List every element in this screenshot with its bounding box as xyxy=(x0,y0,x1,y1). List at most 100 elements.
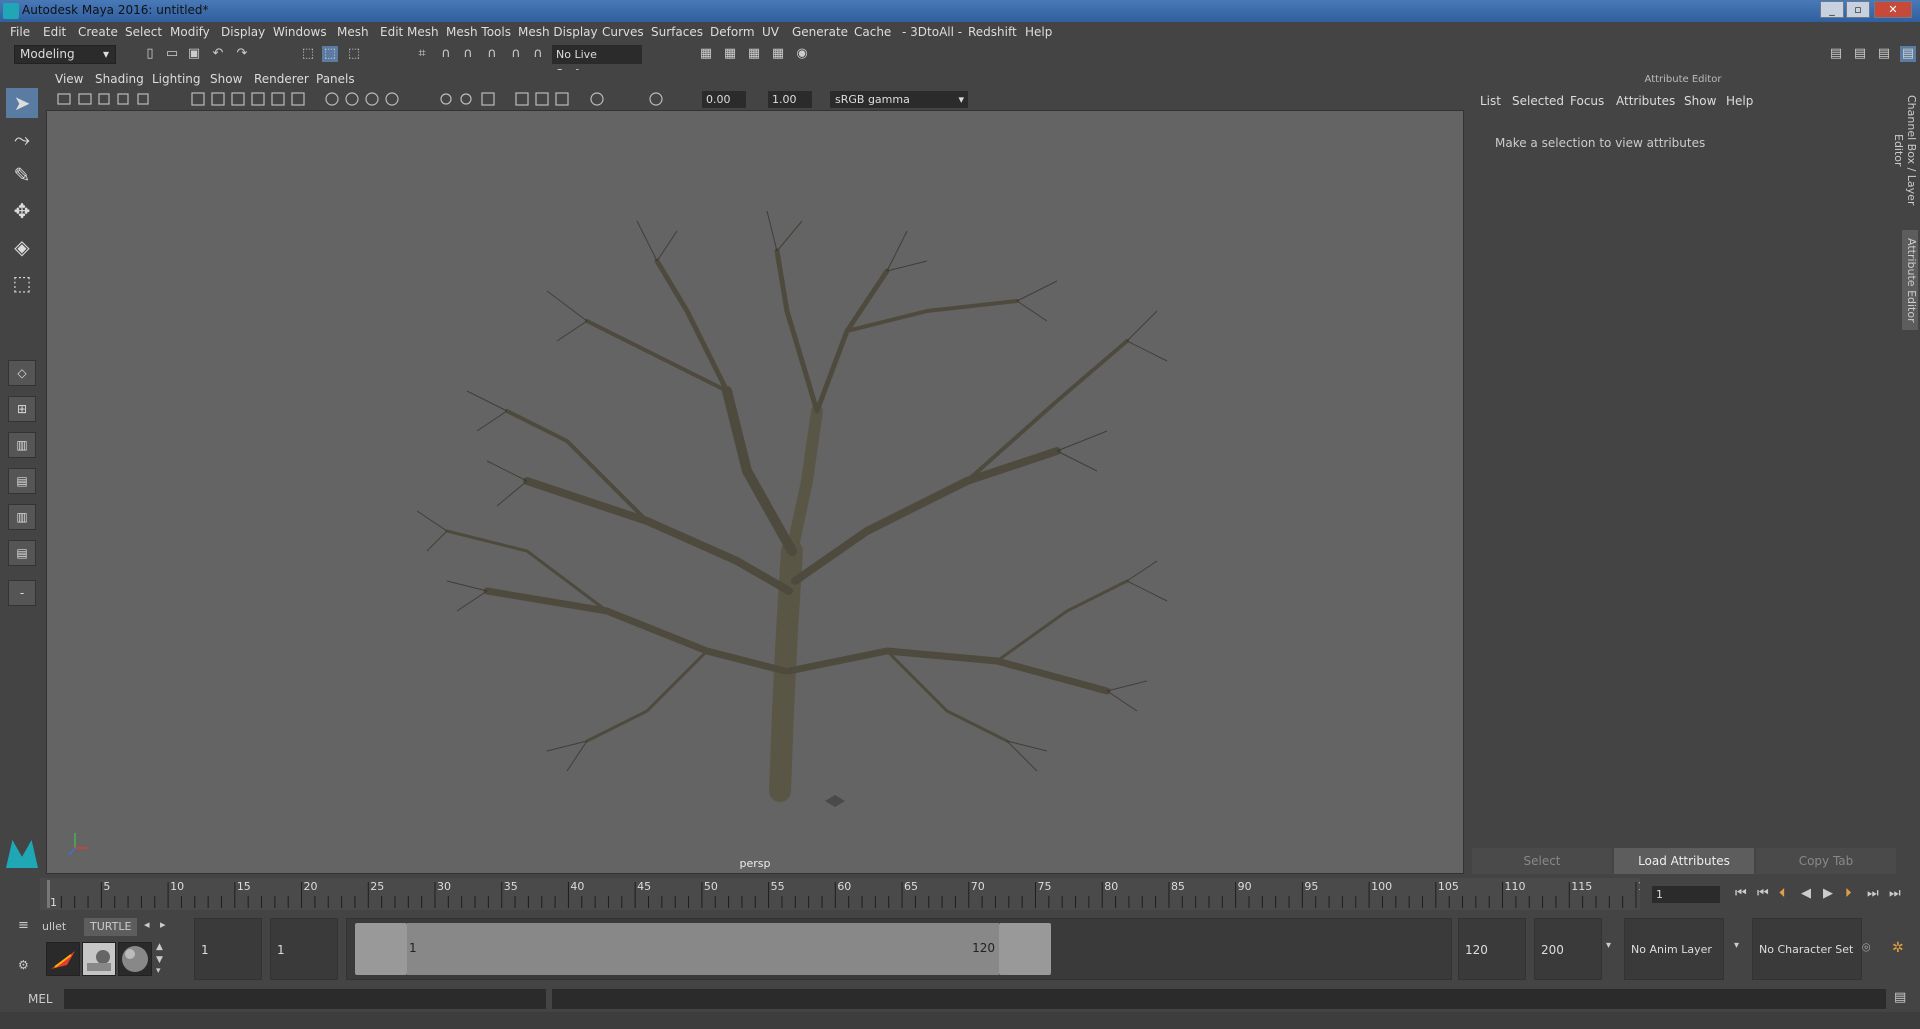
maximize-button[interactable]: ▫ xyxy=(1846,1,1870,18)
snap-curve-icon[interactable]: ∩ xyxy=(438,46,454,62)
live-surface-field[interactable]: No Live Surface xyxy=(552,45,642,80)
menu-mesh-tools[interactable]: Mesh Tools xyxy=(446,25,511,39)
channel-box-tab[interactable]: Channel Box / Layer Editor xyxy=(1892,80,1918,220)
studio-light-shelf-icon[interactable] xyxy=(82,942,116,976)
hypershade-icon[interactable]: ◉ xyxy=(794,46,810,62)
four-view-layout-icon[interactable]: ⊞ xyxy=(8,396,36,422)
select-by-hierarchy-icon[interactable]: ⬚ xyxy=(300,46,316,62)
redo-icon[interactable]: ↷ xyxy=(234,46,250,62)
shelf-tab-turtle[interactable]: TURTLE xyxy=(84,918,138,936)
menu-surfaces[interactable]: Surfaces xyxy=(651,25,703,39)
attr-menu-selected[interactable]: Selected xyxy=(1512,94,1564,108)
range-slider[interactable]: 1 120 xyxy=(346,918,1452,980)
ipr-render-icon[interactable]: ▦ xyxy=(722,46,738,62)
anim-layer-field[interactable]: No Anim Layer xyxy=(1624,918,1724,980)
open-scene-icon[interactable]: ▭ xyxy=(164,46,180,62)
auto-key-icon[interactable]: ⌾ xyxy=(1862,940,1870,956)
panel-menu-panels[interactable]: Panels xyxy=(316,72,355,86)
panel-menu-shading[interactable]: Shading xyxy=(95,72,144,86)
menu-create[interactable]: Create xyxy=(78,25,118,39)
play-forwards-icon[interactable]: ▶ xyxy=(1823,886,1833,901)
panel-menu-show[interactable]: Show xyxy=(210,72,242,86)
persp-graph-hypergraph-icon[interactable]: ▤ xyxy=(8,540,36,566)
step-back-key-icon[interactable]: ⏮ xyxy=(1757,886,1769,901)
menu-windows[interactable]: Windows xyxy=(273,25,327,39)
lasso-tool-icon[interactable]: ⤳ xyxy=(6,124,38,154)
anim-layer-chevron-icon[interactable]: ▾ xyxy=(1734,940,1739,951)
color-space-dropdown[interactable]: sRGB gamma ▾ xyxy=(830,91,968,108)
extra-layout-icon[interactable]: - xyxy=(8,580,36,606)
step-back-frame-icon[interactable]: ⏴ xyxy=(1779,886,1786,901)
load-attributes-button[interactable]: Load Attributes xyxy=(1614,848,1754,874)
render-settings-icon[interactable]: ▦ xyxy=(770,46,786,62)
shelf-scroll-right-icon[interactable]: ▸ xyxy=(160,918,166,931)
paint-select-icon[interactable]: ✎ xyxy=(6,160,38,190)
attr-menu-help[interactable]: Help xyxy=(1726,94,1753,108)
snap-view-icon[interactable]: ∩ xyxy=(484,46,500,62)
menu-mesh-display[interactable]: Mesh Display xyxy=(518,25,598,39)
play-backwards-icon[interactable]: ◀ xyxy=(1801,886,1811,901)
select-button[interactable]: Select xyxy=(1472,848,1612,874)
range-slider-start-handle[interactable] xyxy=(355,923,407,975)
menu-cache[interactable]: Cache xyxy=(854,25,891,39)
modeling-toolkit-icon[interactable]: ▤ xyxy=(1828,46,1844,62)
select-by-object-icon[interactable]: ⬚ xyxy=(322,46,338,62)
shelf-down-arrow-icon[interactable]: ▼ xyxy=(156,955,163,965)
snap-grid-icon[interactable]: ⌗ xyxy=(414,46,430,62)
attribute-editor-tab[interactable]: Attribute Editor xyxy=(1902,230,1918,330)
snap-live-icon[interactable]: ∩ xyxy=(530,46,546,62)
select-tool-icon[interactable]: ➤ xyxy=(6,88,38,118)
fire-effect-shelf-icon[interactable] xyxy=(46,942,80,976)
new-scene-icon[interactable]: ▯ xyxy=(142,46,158,62)
go-to-start-icon[interactable]: ⏮ xyxy=(1735,886,1747,901)
rotate-tool-icon[interactable]: ◈ xyxy=(6,232,38,262)
step-forward-key-icon[interactable]: ⏭ xyxy=(1867,886,1879,901)
menu-curves[interactable]: Curves xyxy=(602,25,644,39)
snap-surface-icon[interactable]: ∩ xyxy=(508,46,524,62)
animation-start-field[interactable]: 1 xyxy=(194,918,262,980)
copy-tab-button[interactable]: Copy Tab xyxy=(1756,848,1896,874)
persp-hypershade-layout-icon[interactable]: ▥ xyxy=(8,504,36,530)
undo-icon[interactable]: ↶ xyxy=(210,46,226,62)
mel-input[interactable] xyxy=(64,989,546,1009)
attr-menu-list[interactable]: List xyxy=(1480,94,1501,108)
animation-end-field[interactable]: 200 xyxy=(1534,918,1602,980)
menu-redshift[interactable]: Redshift xyxy=(968,25,1017,39)
playback-start-field[interactable]: 1 xyxy=(270,918,338,980)
attribute-editor-toggle-icon[interactable]: ▤ xyxy=(1852,46,1868,62)
go-to-end-icon[interactable]: ⏭ xyxy=(1889,886,1901,901)
mode-selector[interactable]: Modeling ▾ xyxy=(14,45,116,64)
scale-tool-icon[interactable]: ⬚ xyxy=(6,268,38,298)
minimize-button[interactable]: _ xyxy=(1820,1,1844,18)
render-frame-icon[interactable]: ▦ xyxy=(698,46,714,62)
current-frame-marker[interactable] xyxy=(47,880,50,908)
shelf-menu-icon[interactable]: ≡ xyxy=(18,918,38,936)
panel-menu-view[interactable]: View xyxy=(55,72,83,86)
menu-edit-mesh[interactable]: Edit Mesh xyxy=(380,25,439,39)
range-slider-bar[interactable]: 1 120 xyxy=(407,923,999,975)
gamma-field[interactable]: 1.00 xyxy=(768,91,812,108)
shelf-expand-icon[interactable]: ▾ xyxy=(156,966,161,976)
menu-edit[interactable]: Edit xyxy=(43,25,66,39)
menu-uv[interactable]: UV xyxy=(762,25,779,39)
persp-graph-layout-icon[interactable]: ▤ xyxy=(8,468,36,494)
script-editor-icon[interactable]: ▤ xyxy=(1894,990,1906,1005)
save-scene-icon[interactable]: ▣ xyxy=(186,46,202,62)
attr-menu-show[interactable]: Show xyxy=(1684,94,1716,108)
shelf-scroll-left-icon[interactable]: ◂ xyxy=(144,918,150,931)
shelf-up-arrow-icon[interactable]: ▲ xyxy=(156,942,163,952)
shelf-tab-bullet[interactable]: ullet xyxy=(36,918,73,936)
range-options-chevron-icon[interactable]: ▾ xyxy=(1606,940,1611,951)
ipr-icon[interactable]: ▦ xyxy=(746,46,762,62)
perspective-viewport[interactable]: persp xyxy=(46,110,1464,874)
menu-generate[interactable]: Generate xyxy=(792,25,848,39)
mel-label[interactable]: MEL xyxy=(28,992,53,1006)
channel-box-toggle-icon[interactable]: ▤ xyxy=(1900,46,1916,62)
attr-menu-focus[interactable]: Focus xyxy=(1570,94,1604,108)
shelf-settings-icon[interactable]: ⚙ xyxy=(18,958,29,972)
snap-point-icon[interactable]: ∩ xyxy=(460,46,476,62)
tool-settings-icon[interactable]: ▤ xyxy=(1876,46,1892,62)
single-perspective-layout-icon[interactable]: ◇ xyxy=(8,360,36,386)
current-frame-field[interactable]: 1 xyxy=(1652,886,1720,903)
menu-3dtoall[interactable]: - 3DtoAll - xyxy=(902,25,962,39)
